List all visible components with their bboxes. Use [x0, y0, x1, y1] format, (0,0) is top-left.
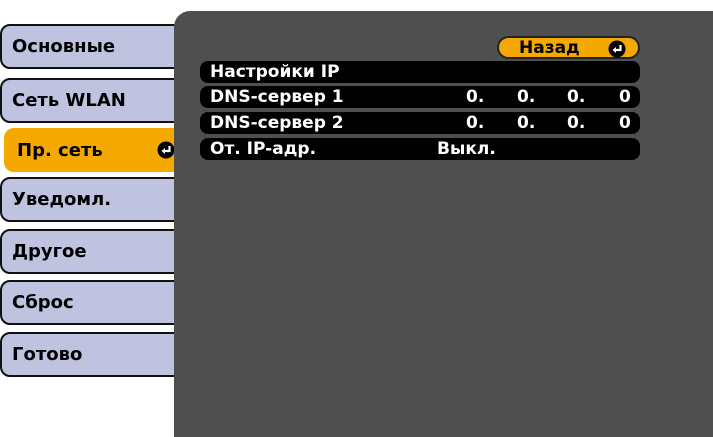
back-button[interactable]: Назад: [497, 36, 640, 59]
enter-icon: [157, 141, 175, 159]
tab-reset[interactable]: Сброс: [0, 280, 186, 325]
dns2-octet-1: 0.: [466, 113, 485, 133]
tab-label: Другое: [12, 241, 87, 262]
dns1-octet-3: 0.: [567, 87, 586, 107]
dns-server-1-row[interactable]: DNS-сервер 1 0. 0. 0. 0: [200, 86, 640, 108]
ip-display-value: Выкл.: [437, 139, 496, 159]
tab-done[interactable]: Готово: [0, 332, 186, 377]
tab-other[interactable]: Другое: [0, 229, 186, 274]
ip-display-row[interactable]: От. IP-адр. Выкл.: [200, 138, 640, 160]
dns2-octet-3: 0.: [567, 113, 586, 133]
tab-label: Готово: [12, 344, 83, 365]
tab-notifications[interactable]: Уведомл.: [0, 177, 186, 222]
row-label: DNS-сервер 1: [210, 87, 344, 107]
tab-label: Сброс: [12, 292, 74, 313]
row-label: От. IP-адр.: [210, 139, 317, 159]
dns1-octet-4: 0: [619, 87, 631, 107]
tab-label: Пр. сеть: [17, 139, 103, 161]
back-button-label: Назад: [519, 37, 580, 58]
dns-server-2-row[interactable]: DNS-сервер 2 0. 0. 0. 0: [200, 112, 640, 134]
dns2-octet-4: 0: [619, 113, 631, 133]
row-label: Настройки IP: [210, 62, 340, 82]
tab-wired-network[interactable]: Пр. сеть: [4, 128, 188, 172]
enter-icon: [608, 40, 626, 58]
dns1-octet-2: 0.: [517, 87, 536, 107]
tab-basic[interactable]: Основные: [0, 24, 186, 69]
row-label: DNS-сервер 2: [210, 113, 344, 133]
tab-label: Уведомл.: [12, 189, 112, 210]
tab-label: Сеть WLAN: [12, 90, 126, 111]
tab-wlan[interactable]: Сеть WLAN: [0, 78, 186, 123]
ip-settings-row[interactable]: Настройки IP: [200, 61, 640, 83]
tab-label: Основные: [12, 36, 116, 57]
dns2-octet-2: 0.: [517, 113, 536, 133]
dns1-octet-1: 0.: [466, 87, 485, 107]
